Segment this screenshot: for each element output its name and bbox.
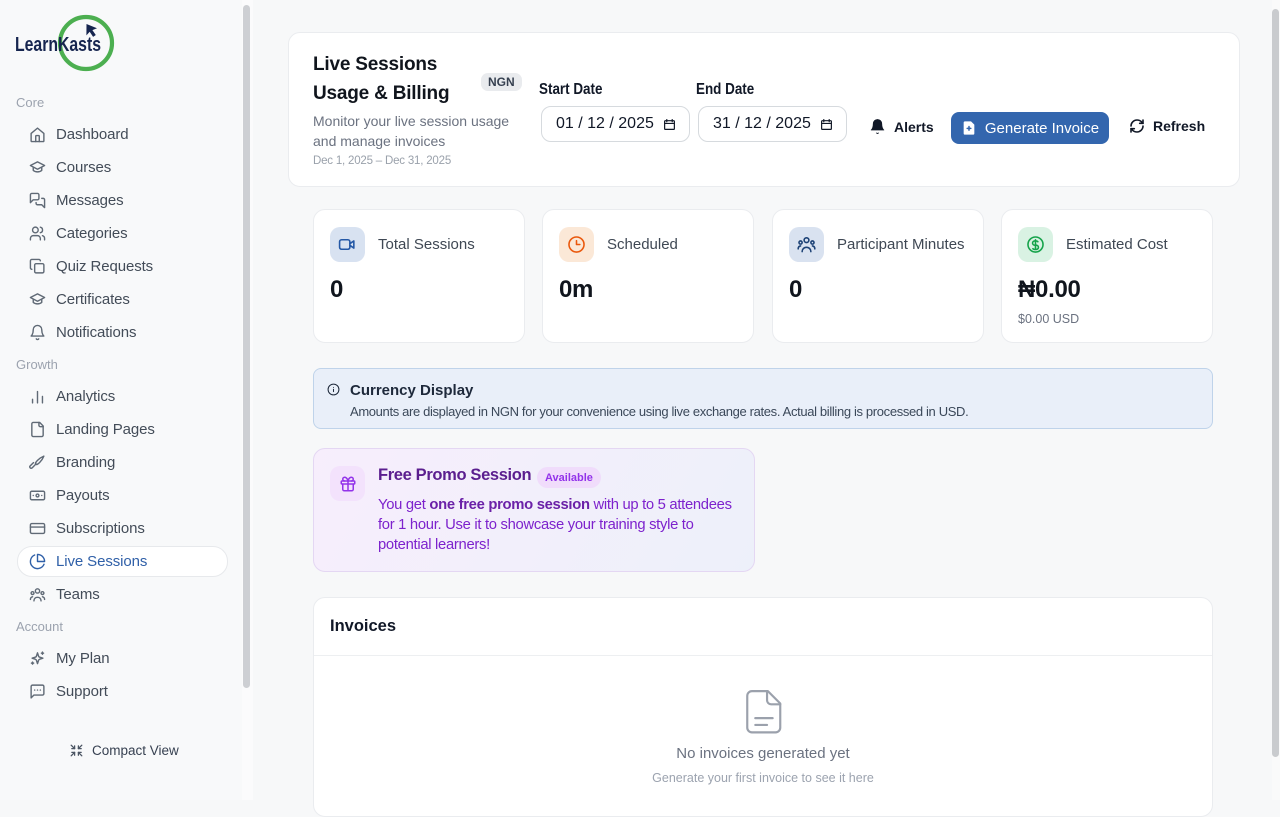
svg-text:LearnKasts: LearnKasts [15,34,101,56]
